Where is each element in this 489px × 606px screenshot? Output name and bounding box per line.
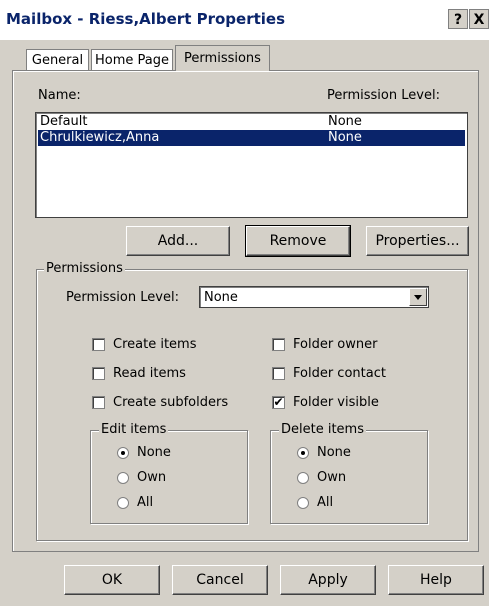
create-subfolders-checkbox[interactable] bbox=[92, 396, 105, 409]
dropdown-arrow-icon[interactable] bbox=[409, 288, 427, 306]
name-column-header: Name: bbox=[38, 88, 81, 103]
remove-button[interactable]: Remove bbox=[245, 225, 351, 257]
tab-home-page[interactable]: Home Page bbox=[91, 49, 173, 71]
create-items-checkbox[interactable] bbox=[92, 338, 105, 351]
list-row-name: Default bbox=[40, 114, 88, 129]
help-button[interactable]: Help bbox=[388, 565, 484, 595]
list-row-default[interactable]: Default None bbox=[38, 114, 465, 130]
folder-contact-checkbox[interactable] bbox=[272, 367, 285, 380]
edit-own-label: Own bbox=[137, 470, 167, 485]
list-row-level: None bbox=[328, 130, 362, 145]
delete-items-group-title: Delete items bbox=[279, 422, 366, 437]
list-row-name: Chrulkiewicz,Anna bbox=[40, 130, 160, 145]
edit-none-label: None bbox=[137, 445, 171, 460]
delete-none-radio[interactable] bbox=[297, 447, 309, 459]
edit-all-radio[interactable] bbox=[117, 497, 129, 509]
delete-all-radio[interactable] bbox=[297, 497, 309, 509]
tab-general[interactable]: General bbox=[26, 49, 89, 71]
permission-level-label: Permission Level: bbox=[66, 290, 179, 305]
close-title-button[interactable]: X bbox=[469, 9, 489, 29]
properties-dialog: Mailbox - Riess,Albert Properties ? X Ge… bbox=[0, 0, 489, 606]
create-items-label: Create items bbox=[113, 337, 197, 352]
ok-button[interactable]: OK bbox=[64, 565, 160, 595]
folder-visible-label: Folder visible bbox=[293, 395, 379, 410]
read-items-checkbox[interactable] bbox=[92, 367, 105, 380]
add-button[interactable]: Add... bbox=[126, 226, 230, 256]
edit-own-radio[interactable] bbox=[117, 472, 129, 484]
delete-none-label: None bbox=[317, 445, 351, 460]
cancel-button[interactable]: Cancel bbox=[172, 565, 268, 595]
tab-permissions[interactable]: Permissions bbox=[175, 45, 270, 71]
folder-visible-checkbox[interactable]: ✔ bbox=[272, 396, 285, 409]
list-row-selected[interactable]: Chrulkiewicz,Anna None bbox=[38, 130, 465, 146]
delete-all-label: All bbox=[317, 495, 334, 510]
permission-level-select[interactable]: None bbox=[199, 286, 429, 308]
permission-level-column-header: Permission Level: bbox=[327, 88, 440, 103]
help-title-button[interactable]: ? bbox=[448, 9, 468, 29]
create-subfolders-label: Create subfolders bbox=[113, 395, 229, 410]
delete-own-radio[interactable] bbox=[297, 472, 309, 484]
permission-level-value: None bbox=[204, 290, 238, 305]
edit-none-radio[interactable] bbox=[117, 447, 129, 459]
read-items-label: Read items bbox=[113, 366, 186, 381]
folder-owner-checkbox[interactable] bbox=[272, 338, 285, 351]
properties-button[interactable]: Properties... bbox=[366, 226, 469, 256]
edit-all-label: All bbox=[137, 495, 154, 510]
window-title: Mailbox - Riess,Albert Properties bbox=[6, 10, 286, 28]
list-row-level: None bbox=[328, 114, 362, 129]
delete-own-label: Own bbox=[317, 470, 347, 485]
title-bar: Mailbox - Riess,Albert Properties ? X bbox=[0, 0, 489, 40]
permissions-list[interactable]: Default None Chrulkiewicz,Anna None bbox=[35, 112, 468, 218]
permissions-group-title: Permissions bbox=[44, 261, 125, 276]
folder-contact-label: Folder contact bbox=[293, 366, 386, 381]
folder-owner-label: Folder owner bbox=[293, 337, 378, 352]
edit-items-group-title: Edit items bbox=[99, 422, 169, 437]
apply-button[interactable]: Apply bbox=[280, 565, 376, 595]
